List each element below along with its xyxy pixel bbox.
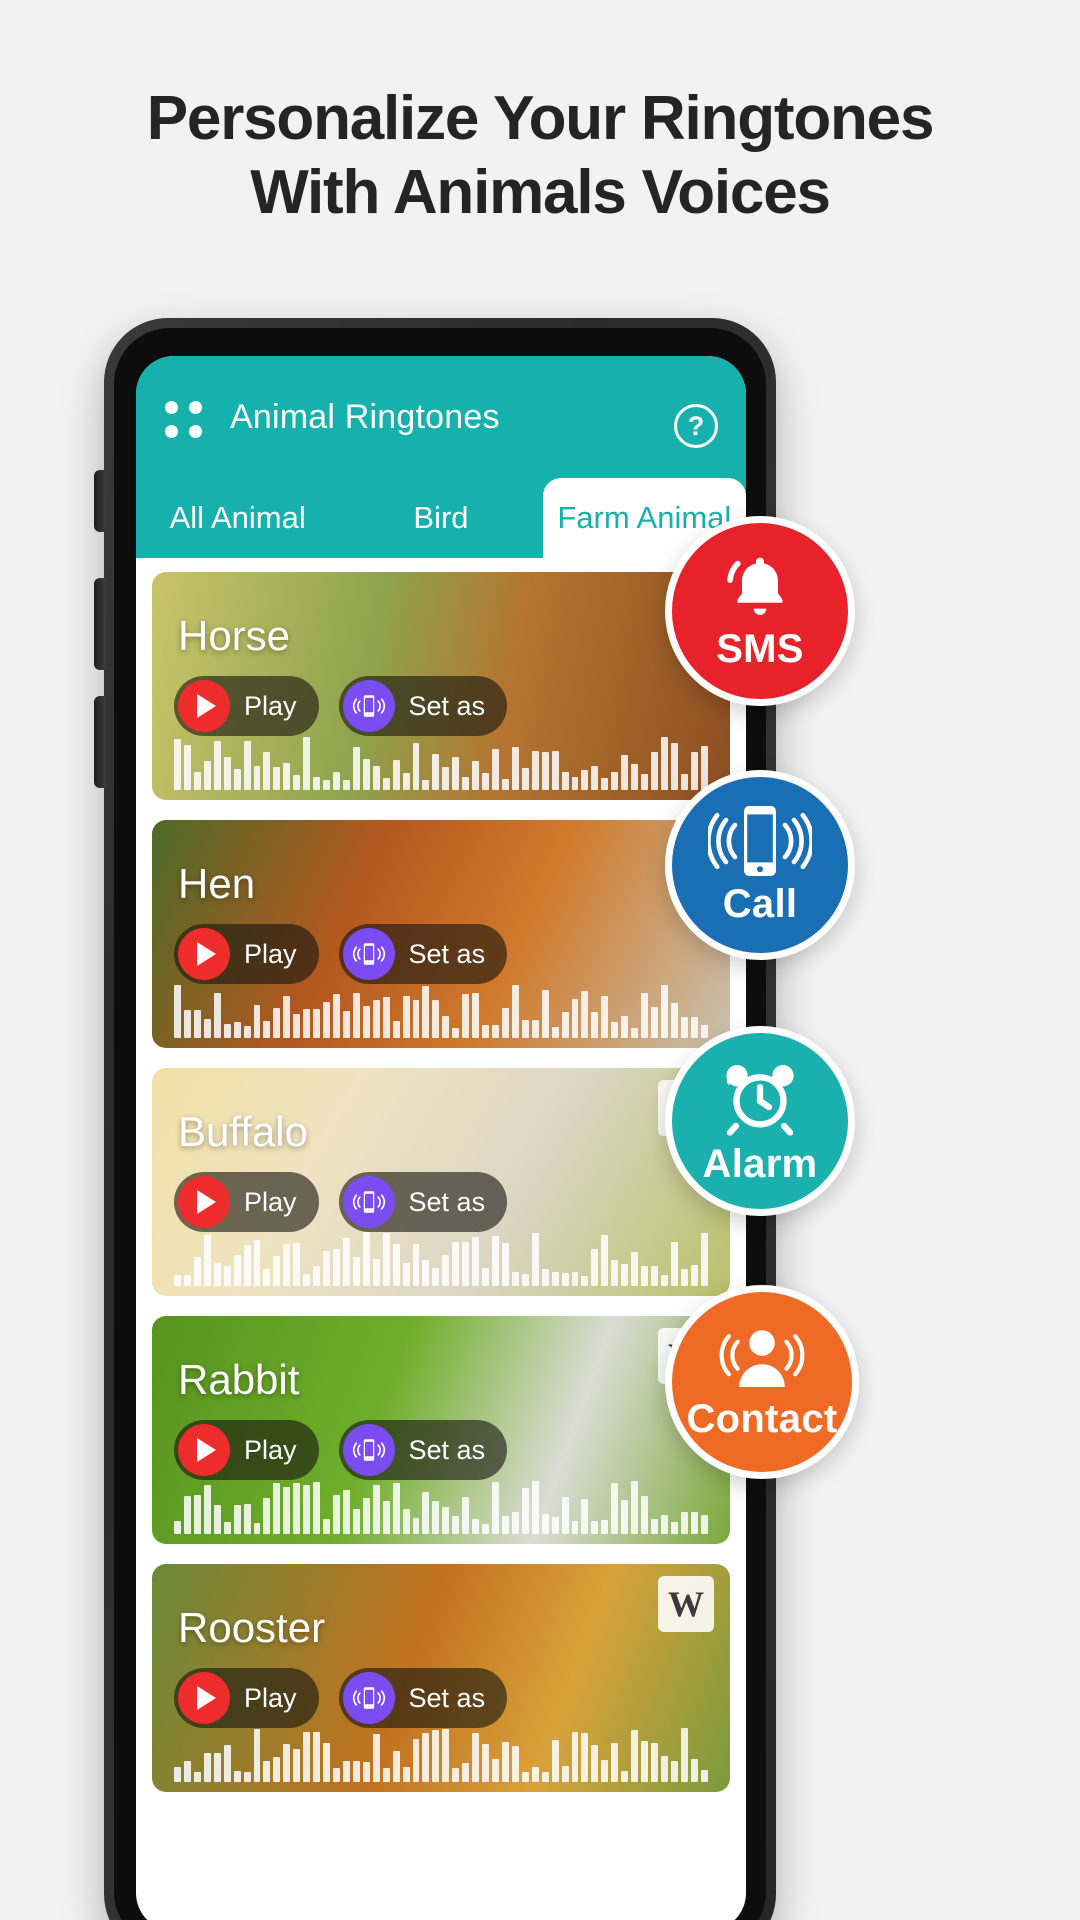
set-as-button-label: Set as: [408, 1434, 486, 1465]
play-button-label: Play: [244, 1186, 297, 1217]
play-button-label: Play: [244, 1434, 297, 1465]
play-button[interactable]: Play: [174, 924, 319, 984]
vibrating-phone-icon: [708, 804, 812, 878]
card-actions: Play Set as: [174, 1668, 508, 1728]
alarm-clock-icon: [717, 1056, 803, 1138]
play-icon: [178, 1424, 230, 1476]
ringtone-list: Horse Play Set as Hen Play Set as Buffalo Play S…: [136, 558, 746, 1792]
badge-contact-label: Contact: [686, 1396, 838, 1441]
tab-bird[interactable]: Bird: [339, 478, 542, 558]
contact-person-icon: [712, 1323, 812, 1393]
animal-name: Rabbit: [178, 1356, 300, 1403]
play-icon: [178, 928, 230, 980]
phone-screen: Animal Ringtones ? All Animal Bird Farm An…: [136, 356, 746, 1920]
app-header: Animal Ringtones ?: [136, 356, 746, 478]
vibrating-phone-icon: [342, 928, 395, 980]
tab-label: All Animal: [169, 500, 306, 535]
card-actions: Play Set as: [174, 924, 508, 984]
vibrating-phone-icon: [342, 1176, 395, 1228]
set-as-button-label: Set as: [408, 1682, 486, 1713]
ringtone-card[interactable]: Rooster Play Set as W: [152, 1564, 730, 1792]
animal-name: Horse: [178, 612, 291, 659]
animal-name: Rooster: [178, 1604, 326, 1651]
phone-volume-down-button[interactable]: [94, 696, 106, 788]
badge-alarm[interactable]: Alarm: [665, 1026, 855, 1216]
play-icon: [178, 1672, 230, 1724]
animal-name: Buffalo: [178, 1108, 308, 1155]
badge-sms-label: SMS: [716, 626, 804, 671]
badge-call-label: Call: [722, 881, 798, 926]
wikipedia-info-icon[interactable]: W: [658, 1576, 714, 1632]
tab-label: Bird: [413, 500, 469, 535]
badge-sms[interactable]: SMS: [665, 516, 855, 706]
tab-bar: All Animal Bird Farm Animal: [136, 478, 746, 558]
phone-volume-up-button[interactable]: [94, 578, 106, 670]
ringtone-card[interactable]: Hen Play Set as: [152, 820, 730, 1048]
waveform: [152, 736, 730, 790]
set-as-button[interactable]: Set as: [338, 676, 508, 736]
vibrating-phone-icon: [342, 680, 395, 732]
set-as-button[interactable]: Set as: [338, 1420, 508, 1480]
play-icon: [178, 680, 230, 732]
play-button-label: Play: [244, 690, 297, 721]
ringtone-card[interactable]: BuffaloPlaySet asW: [152, 1068, 730, 1296]
bell-icon: [722, 551, 798, 623]
card-actions: Play Set as: [174, 676, 508, 736]
set-as-button-label: Set as: [408, 690, 486, 721]
play-button-label: Play: [244, 938, 297, 969]
set-as-button-label: Set as: [408, 938, 486, 969]
play-button-label: Play: [244, 1682, 297, 1713]
set-as-button-label: Set as: [408, 1186, 486, 1217]
headline-line-2: With Animals Voices: [250, 158, 831, 227]
waveform: [152, 1232, 730, 1286]
waveform: [152, 1728, 730, 1782]
ringtone-card[interactable]: RabbitPlaySet asW: [152, 1316, 730, 1544]
tab-label: Farm Animal: [557, 500, 732, 535]
promo-graphic: Personalize Your Ringtones With Animals …: [0, 0, 1080, 1920]
card-actions: Play Set as: [174, 1420, 508, 1480]
four-dots-grid-icon[interactable]: [162, 395, 206, 439]
play-icon: [178, 1176, 230, 1228]
play-button[interactable]: Play: [174, 1668, 319, 1728]
badge-contact[interactable]: Contact: [665, 1285, 859, 1479]
set-as-button[interactable]: Set as: [338, 924, 508, 984]
animal-name: Hen: [178, 860, 256, 907]
page-title: Personalize Your Ringtones With Animals …: [0, 82, 1080, 230]
play-button[interactable]: Play: [174, 1172, 319, 1232]
badge-call[interactable]: Call: [665, 770, 855, 960]
headline-line-1: Personalize Your Ringtones: [146, 84, 935, 153]
waveform: [152, 984, 730, 1038]
badge-alarm-label: Alarm: [702, 1141, 818, 1186]
play-button[interactable]: Play: [174, 676, 319, 736]
phone-silent-switch[interactable]: [94, 470, 106, 532]
help-icon[interactable]: ?: [674, 404, 718, 448]
card-actions: Play Set as: [174, 1172, 508, 1232]
vibrating-phone-icon: [342, 1672, 395, 1724]
tab-all-animal[interactable]: All Animal: [136, 478, 339, 558]
waveform: [152, 1480, 730, 1534]
vibrating-phone-icon: [342, 1424, 395, 1476]
ringtone-card[interactable]: Horse Play Set as: [152, 572, 730, 800]
app-title: Animal Ringtones: [230, 397, 500, 436]
set-as-button[interactable]: Set as: [338, 1172, 508, 1232]
set-as-button[interactable]: Set as: [338, 1668, 508, 1728]
play-button[interactable]: Play: [174, 1420, 319, 1480]
